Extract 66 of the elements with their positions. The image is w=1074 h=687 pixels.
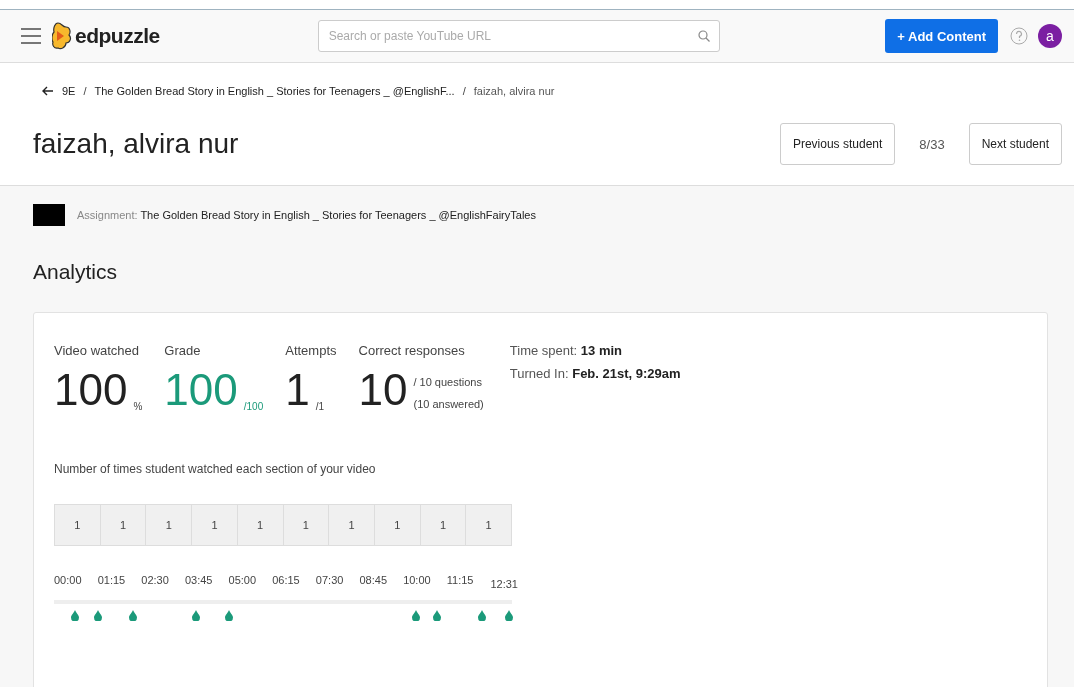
watch-count-cell: 1 — [100, 504, 147, 546]
breadcrumb-link[interactable]: The Golden Bread Story in English _ Stories for Teenagers _ @EnglishF... — [94, 85, 455, 97]
time-label: 01:15 — [97, 574, 127, 588]
breadcrumb-separator: / — [462, 85, 466, 97]
time-label: 10:00 — [403, 574, 432, 588]
time-label: 02:30 — [141, 574, 170, 588]
add-content-button[interactable]: + Add Content — [885, 19, 998, 53]
question-marker-icon[interactable] — [432, 610, 441, 621]
back-arrow-icon[interactable] — [42, 86, 54, 96]
student-name: faizah, alvira nur — [33, 128, 240, 160]
stat-value: 1 — [285, 368, 310, 412]
assignment-label: Assignment: The Golden Bread Story in English _ Stories for Teenagers _ @EnglishFairyTales — [77, 209, 536, 221]
question-marker-icon[interactable] — [128, 610, 137, 621]
time-label: 06:15 — [272, 574, 301, 588]
stat-value: 100 — [54, 368, 128, 412]
stat-note: (10 answered) — [413, 398, 484, 410]
section-title: Analytics — [33, 260, 119, 284]
question-marker-icon[interactable] — [411, 610, 420, 621]
watch-count-cell: 1 — [54, 504, 101, 546]
stat-suffix: / 10 questions — [413, 376, 483, 388]
time-label: 00:00 — [54, 574, 83, 588]
logo-text: edpuzzle — [75, 24, 160, 48]
watch-count-cell: 1 — [420, 504, 467, 546]
time-label: 05:00 — [228, 574, 258, 588]
search-field[interactable]: Search or paste YouTube URL — [317, 20, 720, 52]
watch-count-cell: 1 — [374, 504, 421, 546]
stat-label: Video watched — [54, 343, 141, 358]
stat-label: Attempts — [285, 343, 337, 358]
search-icon[interactable] — [697, 30, 710, 42]
time-label: 08:45 — [359, 574, 388, 588]
watch-count-cell: 1 — [466, 504, 513, 546]
time-label: 11:15 — [446, 574, 475, 588]
question-marker-icon[interactable] — [71, 610, 80, 621]
detail-text: Turned In: Feb. 21st, 9:29am — [509, 366, 681, 381]
student-position: 8/33 — [919, 136, 945, 152]
breadcrumb-separator: / — [83, 85, 87, 97]
watch-count-cell: 1 — [329, 504, 375, 546]
watch-count-cell: 1 — [146, 504, 193, 546]
stat-suffix: /1 — [315, 401, 325, 412]
time-label: 07:30 — [315, 574, 345, 588]
next-student-button[interactable]: Next student — [968, 123, 1062, 165]
time-label: 12:31 — [490, 578, 519, 590]
question-marker-icon[interactable] — [477, 610, 486, 621]
user-avatar[interactable]: a — [1038, 24, 1062, 48]
previous-student-button[interactable]: Previous student — [779, 123, 896, 165]
stat-value: 100 — [164, 368, 238, 412]
question-marker-icon[interactable] — [504, 610, 513, 621]
puzzle-logo-icon — [52, 22, 72, 50]
question-marker-icon[interactable] — [191, 610, 200, 621]
stat-value: 10 — [358, 368, 408, 412]
stat-label: Grade — [164, 343, 202, 358]
time-label: 03:45 — [184, 574, 214, 588]
breadcrumb-link[interactable]: 9E — [62, 85, 76, 97]
question-marker-icon[interactable] — [224, 610, 233, 621]
help-icon[interactable] — [1010, 27, 1028, 45]
watch-count-cell: 1 — [283, 504, 330, 546]
stat-label: Correct responses — [358, 343, 466, 358]
question-marker-icon[interactable] — [93, 610, 102, 621]
stat-suffix: % — [133, 401, 143, 412]
detail-text: Time spent: 13 min — [509, 343, 624, 358]
chart-title: Number of times student watched each section of your video — [54, 462, 377, 476]
watch-count-cell: 1 — [237, 504, 284, 546]
menu-icon[interactable] — [20, 27, 42, 45]
stat-suffix: /100 — [243, 401, 264, 412]
video-thumbnail — [33, 204, 65, 226]
watch-count-cell: 1 — [192, 504, 238, 546]
